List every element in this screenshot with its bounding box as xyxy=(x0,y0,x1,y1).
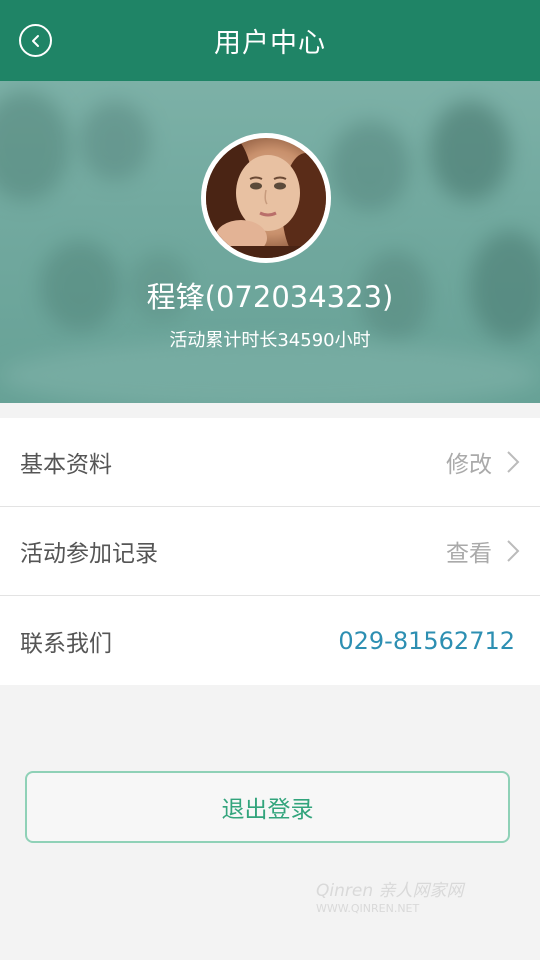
avatar xyxy=(206,138,326,258)
watermark: Qinren 亲人网家网 WWW.QINREN.NET xyxy=(316,880,526,916)
back-arrow-circle-icon xyxy=(31,34,39,47)
activity-duration: 活动累计时长34590小时 xyxy=(169,330,371,351)
user-name: 程锋(072034323) xyxy=(146,280,394,314)
avatar-portrait-image xyxy=(206,138,326,258)
avatar-frame[interactable] xyxy=(201,133,331,263)
profile-banner: 程锋(072034323) 活动累计时长34590小时 xyxy=(0,81,540,403)
watermark-url: WWW.QINREN.NET xyxy=(316,902,420,915)
chevron-right-icon xyxy=(506,539,520,563)
view-action: 查看 xyxy=(446,541,492,567)
chevron-right-icon xyxy=(506,450,520,474)
menu-item-basic-info[interactable]: 基本资料 修改 xyxy=(0,418,540,507)
menu-item-label: 基本资料 xyxy=(20,452,112,478)
logout-button[interactable]: 退出登录 xyxy=(25,771,510,843)
back-button[interactable] xyxy=(19,24,52,57)
page-title: 用户中心 xyxy=(214,28,326,59)
header-bar: 用户中心 xyxy=(0,0,540,81)
menu-item-activity-records[interactable]: 活动参加记录 查看 xyxy=(0,507,540,596)
menu-item-label: 活动参加记录 xyxy=(20,541,158,567)
menu-item-contact-us[interactable]: 联系我们 029-81562712 xyxy=(0,596,540,685)
settings-menu: 基本资料 修改 活动参加记录 查看 联系我们 029-81562712 xyxy=(0,418,540,685)
edit-action: 修改 xyxy=(446,452,492,478)
menu-item-label: 联系我们 xyxy=(20,630,112,657)
contact-phone-link[interactable]: 029-81562712 xyxy=(338,627,515,655)
watermark-brand: Qinren 亲人网家网 xyxy=(316,881,464,901)
